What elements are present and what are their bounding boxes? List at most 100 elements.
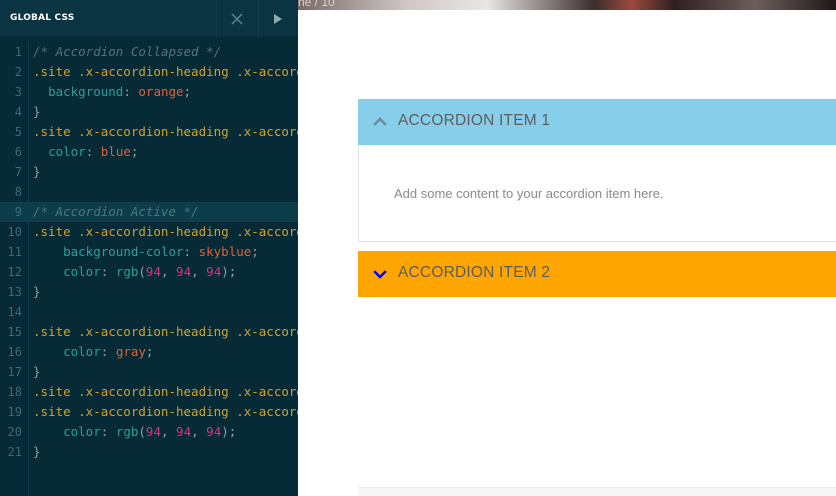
code-line[interactable]: 1 /* Accordion Collapsed */ — [0, 42, 298, 62]
code-line[interactable]: 3 background: orange; — [0, 82, 298, 102]
code-token: : — [100, 424, 116, 439]
code-token: orange — [138, 84, 184, 99]
code-token: /* Accordion Collapsed */ — [33, 44, 222, 59]
code-token: 94 — [176, 264, 192, 279]
code-token: 94 — [206, 424, 222, 439]
code-line[interactable]: 7} — [0, 162, 298, 182]
code-text: .site .x-accordion-heading .x-accordion-… — [33, 322, 298, 342]
code-token: } — [33, 164, 41, 179]
editor-header: GLOBAL CSS — [0, 0, 298, 38]
line-number: 14 — [7, 305, 22, 319]
line-number: 6 — [14, 145, 22, 159]
play-icon — [274, 14, 282, 24]
code-line[interactable]: 9 /* Accordion Active */ — [0, 202, 298, 222]
code-token: ; — [251, 244, 259, 259]
code-line[interactable]: 6 color: blue; — [0, 142, 298, 162]
code-line[interactable]: 20 color: rgb(94, 94, 94); — [0, 422, 298, 442]
accordion-label: ACCORDION ITEM 1 — [398, 112, 551, 129]
code-line[interactable]: 15 .site .x-accordion-heading .x-accordio… — [0, 322, 298, 342]
code-text: } — [33, 162, 41, 182]
header-image-caption: ne / 10 — [298, 0, 335, 9]
code-line[interactable]: 5 .site .x-accordion-heading .x-accordion… — [0, 122, 298, 142]
css-editor-panel: GLOBAL CSS 1 /* Accordion Collapsed */ 2 .s… — [0, 0, 298, 496]
line-number: 20 — [7, 425, 22, 439]
accordion-toggle-2[interactable]: ACCORDION ITEM 2 — [358, 251, 836, 297]
code-token: color — [63, 424, 101, 439]
code-line[interactable]: 18 .site .x-accordion-heading .x-accordio… — [0, 382, 298, 402]
accordion-label: ACCORDION ITEM 2 — [398, 264, 551, 281]
code-line[interactable]: 4} — [0, 102, 298, 122]
chevron-down-icon — [372, 266, 388, 282]
code-area[interactable]: 1 /* Accordion Collapsed */ 2 .site .x-acco… — [0, 42, 298, 496]
code-line[interactable]: 17} — [0, 362, 298, 382]
code-text: .site .x-accordion-heading .x-accordion-… — [33, 122, 298, 142]
code-token: , — [191, 264, 207, 279]
code-line[interactable]: 13} — [0, 282, 298, 302]
line-number: 16 — [7, 345, 22, 359]
line-number: 2 — [14, 65, 22, 79]
line-number: 12 — [7, 265, 22, 279]
code-line[interactable]: 8 — [0, 182, 298, 202]
code-token: .site .x-accordion-heading .x-accordion-… — [33, 64, 298, 79]
code-text: } — [33, 102, 41, 122]
line-number: 13 — [7, 285, 22, 299]
code-token: .site .x-accordion-heading .x-accordion-… — [33, 224, 298, 239]
accordion-toggle-1[interactable]: ACCORDION ITEM 1 — [358, 99, 836, 145]
editor-title: GLOBAL CSS — [10, 13, 75, 23]
code-line[interactable]: 10 .site .x-accordion-heading .x-accordio… — [0, 222, 298, 242]
code-token: , — [191, 424, 207, 439]
code-line[interactable]: 12 color: rgb(94, 94, 94); — [0, 262, 298, 282]
code-text: color: gray; — [33, 342, 153, 362]
code-token: rgb — [115, 264, 139, 279]
chevron-up-icon — [372, 114, 388, 130]
header-image: ne / 10 — [298, 0, 836, 10]
next-section-edge — [358, 487, 836, 496]
code-text: background: orange; — [33, 82, 191, 102]
code-token: } — [33, 444, 41, 459]
code-line[interactable]: 2 .site .x-accordion-heading .x-accordion… — [0, 62, 298, 82]
code-token: ( — [138, 424, 146, 439]
code-token: /* Accordion Active */ — [33, 204, 199, 219]
line-number: 3 — [14, 85, 22, 99]
code-token: } — [33, 364, 41, 379]
code-token: , — [160, 424, 177, 439]
line-number: 9 — [14, 205, 22, 219]
code-token: : — [123, 84, 139, 99]
code-text: .site .x-accordion-heading .x-accordion-… — [33, 382, 298, 402]
code-token: : — [85, 144, 101, 159]
code-token: : — [100, 344, 116, 359]
header-divider — [258, 0, 259, 38]
code-line[interactable]: 21} — [0, 442, 298, 462]
code-text: /* Accordion Active */ — [33, 202, 199, 222]
code-token: .site .x-accordion-heading .x-accordion-… — [33, 384, 298, 399]
line-number: 17 — [7, 365, 22, 379]
code-token: 94 — [176, 424, 192, 439]
code-token: ; — [145, 344, 154, 359]
code-token: ); — [221, 424, 237, 439]
code-line[interactable]: 14 — [0, 302, 298, 322]
code-line[interactable]: 19 .site .x-accordion-heading .x-accordio… — [0, 402, 298, 422]
line-number: 15 — [7, 325, 22, 339]
code-text: .site .x-accordion-heading .x-accordion-… — [33, 222, 298, 242]
code-text: color: rgb(94, 94, 94); — [33, 422, 236, 442]
code-token: ; — [130, 144, 139, 159]
code-token: background-color — [63, 244, 184, 259]
line-number: 8 — [14, 185, 22, 199]
code-token: ( — [138, 264, 146, 279]
code-text: .site .x-accordion-heading .x-accordion-… — [33, 62, 298, 82]
close-button[interactable] — [226, 9, 248, 29]
code-text: color: blue; — [33, 142, 138, 162]
line-number: 4 — [14, 105, 22, 119]
code-line[interactable]: 11 background-color: skyblue; — [0, 242, 298, 262]
run-button[interactable] — [266, 9, 288, 29]
code-token: .site .x-accordion-heading .x-accordion-… — [33, 324, 298, 339]
code-token: : — [100, 264, 116, 279]
code-token: blue — [100, 144, 131, 159]
code-line[interactable]: 16 color: gray; — [0, 342, 298, 362]
